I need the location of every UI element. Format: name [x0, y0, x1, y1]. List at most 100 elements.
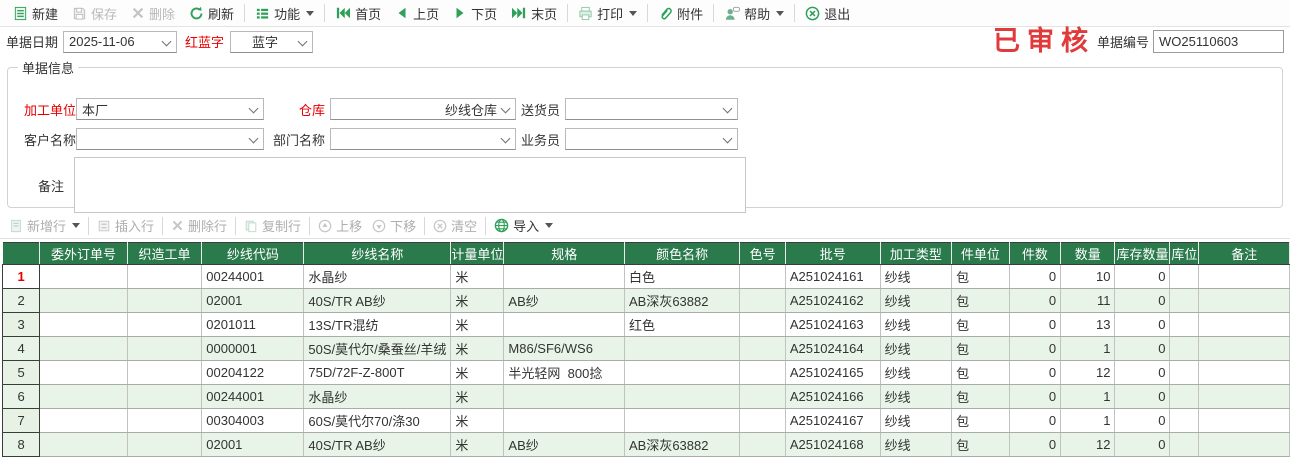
- table-cell[interactable]: AB纱: [503, 288, 625, 313]
- table-cell[interactable]: 纱线: [880, 384, 953, 409]
- column-header[interactable]: 件数: [1009, 242, 1062, 265]
- row-number-cell[interactable]: 7: [1, 408, 41, 433]
- table-cell[interactable]: A251024163: [785, 312, 881, 337]
- table-cell[interactable]: [127, 360, 203, 385]
- table-cell[interactable]: 0: [1009, 408, 1062, 433]
- exit-button[interactable]: 退出: [798, 2, 857, 25]
- table-cell[interactable]: [1169, 336, 1200, 361]
- table-cell[interactable]: A251024168: [785, 432, 881, 457]
- row-number-cell[interactable]: 3: [1, 312, 41, 337]
- table-cell[interactable]: 纱线: [880, 336, 953, 361]
- help-button[interactable]: 帮助: [717, 2, 791, 25]
- table-cell[interactable]: [1169, 264, 1200, 289]
- table-cell[interactable]: 米: [450, 336, 505, 361]
- table-cell[interactable]: [1169, 360, 1200, 385]
- row-number-cell[interactable]: 5: [1, 360, 41, 385]
- table-cell[interactable]: 12: [1060, 360, 1116, 385]
- move-up-button[interactable]: 上移: [313, 214, 367, 237]
- table-cell[interactable]: [1169, 312, 1200, 337]
- table-cell[interactable]: [39, 312, 128, 337]
- table-cell[interactable]: 米: [450, 312, 505, 337]
- table-cell[interactable]: 40S/TR AB纱: [303, 288, 452, 313]
- table-cell[interactable]: 00244001: [201, 384, 305, 409]
- table-cell[interactable]: [39, 384, 128, 409]
- table-cell[interactable]: [1169, 408, 1200, 433]
- column-header[interactable]: 计量单位: [450, 242, 505, 265]
- table-cell[interactable]: 水晶纱: [303, 384, 452, 409]
- delete-row-button[interactable]: 删除行: [166, 214, 232, 237]
- new-button[interactable]: 新建: [6, 2, 65, 25]
- table-cell[interactable]: 包: [951, 384, 1010, 409]
- table-cell[interactable]: 60S/莫代尔70/涤30: [303, 408, 452, 433]
- table-cell[interactable]: 0201011: [201, 312, 305, 337]
- table-cell[interactable]: [39, 360, 128, 385]
- row-number-cell[interactable]: 2: [1, 288, 41, 313]
- table-cell[interactable]: [503, 384, 625, 409]
- table-cell[interactable]: [503, 264, 625, 289]
- table-cell[interactable]: [624, 408, 741, 433]
- table-cell[interactable]: 13: [1060, 312, 1116, 337]
- table-cell[interactable]: [1198, 360, 1290, 385]
- column-header[interactable]: 加工类型: [880, 242, 953, 265]
- table-cell[interactable]: 0: [1009, 312, 1062, 337]
- table-cell[interactable]: [739, 264, 786, 289]
- table-cell[interactable]: [39, 336, 128, 361]
- table-cell[interactable]: 75D/72F-Z-800T: [303, 360, 452, 385]
- table-cell[interactable]: 水晶纱: [303, 264, 452, 289]
- table-cell[interactable]: 包: [951, 432, 1010, 457]
- add-row-button[interactable]: 新增行: [4, 214, 85, 237]
- table-cell[interactable]: 12: [1060, 432, 1116, 457]
- table-cell[interactable]: 0: [1114, 288, 1171, 313]
- table-cell[interactable]: 0: [1009, 432, 1062, 457]
- prev-page-button[interactable]: 上页: [388, 2, 446, 25]
- department-select[interactable]: [330, 128, 516, 150]
- table-cell[interactable]: A251024164: [785, 336, 881, 361]
- table-cell[interactable]: 纱线: [880, 288, 953, 313]
- table-cell[interactable]: 00204122: [201, 360, 305, 385]
- table-cell[interactable]: 1: [1060, 336, 1116, 361]
- column-header[interactable]: 备注: [1198, 242, 1290, 265]
- table-cell[interactable]: 0: [1114, 360, 1171, 385]
- column-header[interactable]: 件单位: [951, 242, 1010, 265]
- table-cell[interactable]: 0: [1114, 384, 1171, 409]
- clear-button[interactable]: 清空: [428, 214, 482, 237]
- red-blue-select[interactable]: 蓝字: [230, 30, 314, 53]
- table-cell[interactable]: [127, 264, 203, 289]
- table-cell[interactable]: 00244001: [201, 264, 305, 289]
- processing-unit-select[interactable]: 本厂: [76, 98, 264, 120]
- table-cell[interactable]: [127, 312, 203, 337]
- column-header[interactable]: [2, 242, 41, 265]
- delete-button[interactable]: 删除: [124, 2, 182, 25]
- table-cell[interactable]: 半光轻网 800捻: [503, 360, 625, 385]
- next-page-button[interactable]: 下页: [446, 2, 504, 25]
- table-cell[interactable]: 0: [1009, 360, 1062, 385]
- table-cell[interactable]: [739, 336, 786, 361]
- table-cell[interactable]: [624, 336, 741, 361]
- table-cell[interactable]: 米: [450, 432, 505, 457]
- table-cell[interactable]: A251024166: [785, 384, 881, 409]
- table-cell[interactable]: AB纱: [503, 432, 625, 457]
- first-page-button[interactable]: 首页: [328, 2, 388, 25]
- table-cell[interactable]: [127, 384, 203, 409]
- insert-row-button[interactable]: 插入行: [92, 214, 159, 237]
- table-cell[interactable]: 02001: [201, 288, 305, 313]
- column-header[interactable]: 纱线名称: [303, 242, 452, 265]
- table-cell[interactable]: [1198, 336, 1290, 361]
- doc-no-input[interactable]: [1153, 30, 1284, 53]
- table-cell[interactable]: A251024167: [785, 408, 881, 433]
- column-header[interactable]: 织造工单: [127, 242, 203, 265]
- table-cell[interactable]: 纱线: [880, 360, 953, 385]
- table-cell[interactable]: 0: [1009, 288, 1062, 313]
- table-cell[interactable]: 米: [450, 360, 505, 385]
- last-page-button[interactable]: 末页: [504, 2, 564, 25]
- table-cell[interactable]: A251024165: [785, 360, 881, 385]
- table-cell[interactable]: 米: [450, 408, 505, 433]
- table-cell[interactable]: 0: [1114, 336, 1171, 361]
- table-cell[interactable]: 0000001: [201, 336, 305, 361]
- table-cell[interactable]: [739, 408, 786, 433]
- column-header[interactable]: 数量: [1060, 242, 1116, 265]
- table-cell[interactable]: 0: [1009, 336, 1062, 361]
- table-cell[interactable]: [624, 360, 741, 385]
- column-header[interactable]: 库存数量: [1114, 242, 1171, 265]
- table-cell[interactable]: [739, 360, 786, 385]
